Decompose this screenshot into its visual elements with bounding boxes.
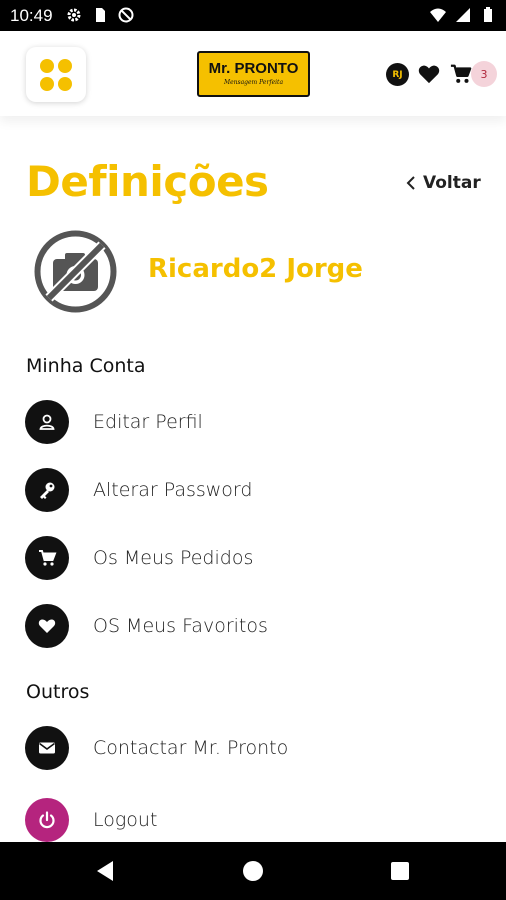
mail-icon (39, 742, 55, 754)
no-camera-icon[interactable] (33, 229, 118, 314)
logo-subtext: Mensagem Perfeita (223, 79, 284, 86)
status-icons-right (430, 7, 496, 23)
menu-item-my-orders[interactable]: Os Meus Pedidos (25, 535, 465, 581)
brand-logo[interactable]: Mr. PRONTO Mensagem Perfeita (197, 51, 310, 97)
cart-icon (39, 550, 57, 566)
menu-label: OS Meus Favoritos (93, 615, 268, 637)
menu-button[interactable] (26, 47, 86, 102)
logo-text: Mr. PRONTO (208, 60, 299, 77)
menu-label: Editar Perfil (93, 411, 203, 433)
nav-recents-icon[interactable] (391, 862, 409, 880)
app-header: Mr. PRONTO Mensagem Perfeita RJ 3 (0, 31, 506, 116)
chevron-left-icon (406, 176, 415, 190)
status-bar: 10:49 (0, 0, 506, 31)
cart-icon[interactable] (450, 63, 472, 85)
heart-icon (38, 619, 56, 633)
power-icon (39, 811, 55, 829)
menu-label: Os Meus Pedidos (93, 547, 254, 569)
back-link[interactable]: Voltar (405, 173, 481, 193)
signal-icon (456, 8, 470, 22)
section-title-account: Minha Conta (26, 355, 146, 377)
system-nav-bar (0, 842, 506, 900)
menu-item-logout[interactable]: Logout (25, 797, 465, 843)
nav-back-icon[interactable] (95, 860, 115, 882)
menu-item-edit-profile[interactable]: Editar Perfil (25, 399, 465, 445)
menu-item-my-favorites[interactable]: OS Meus Favoritos (25, 603, 465, 649)
menu-label: Alterar Password (93, 479, 253, 501)
menu-item-contact[interactable]: Contactar Mr. Pronto (25, 725, 465, 771)
back-label: Voltar (423, 173, 481, 193)
sd-card-icon (96, 8, 105, 22)
section-title-other: Outros (26, 681, 90, 703)
page-title: Definições (26, 157, 269, 206)
menu-item-change-password[interactable]: Alterar Password (25, 467, 465, 513)
no-data-icon (118, 7, 134, 23)
menu-label: Logout (93, 809, 158, 831)
user-icon (39, 414, 55, 430)
cart-count-badge: 3 (471, 61, 497, 87)
battery-icon (484, 7, 492, 22)
menu-label: Contactar Mr. Pronto (93, 737, 289, 759)
nav-home-icon[interactable] (243, 861, 263, 881)
profile-name: Ricardo2 Jorge (148, 254, 363, 284)
grid-menu-icon (40, 59, 72, 91)
wifi-icon (430, 8, 446, 22)
status-time: 10:49 (10, 6, 53, 25)
favorites-heart-icon[interactable] (418, 64, 440, 84)
user-avatar[interactable]: RJ (386, 63, 409, 86)
status-icons-left (66, 7, 134, 23)
key-icon (40, 482, 55, 499)
gear-icon (67, 8, 81, 22)
